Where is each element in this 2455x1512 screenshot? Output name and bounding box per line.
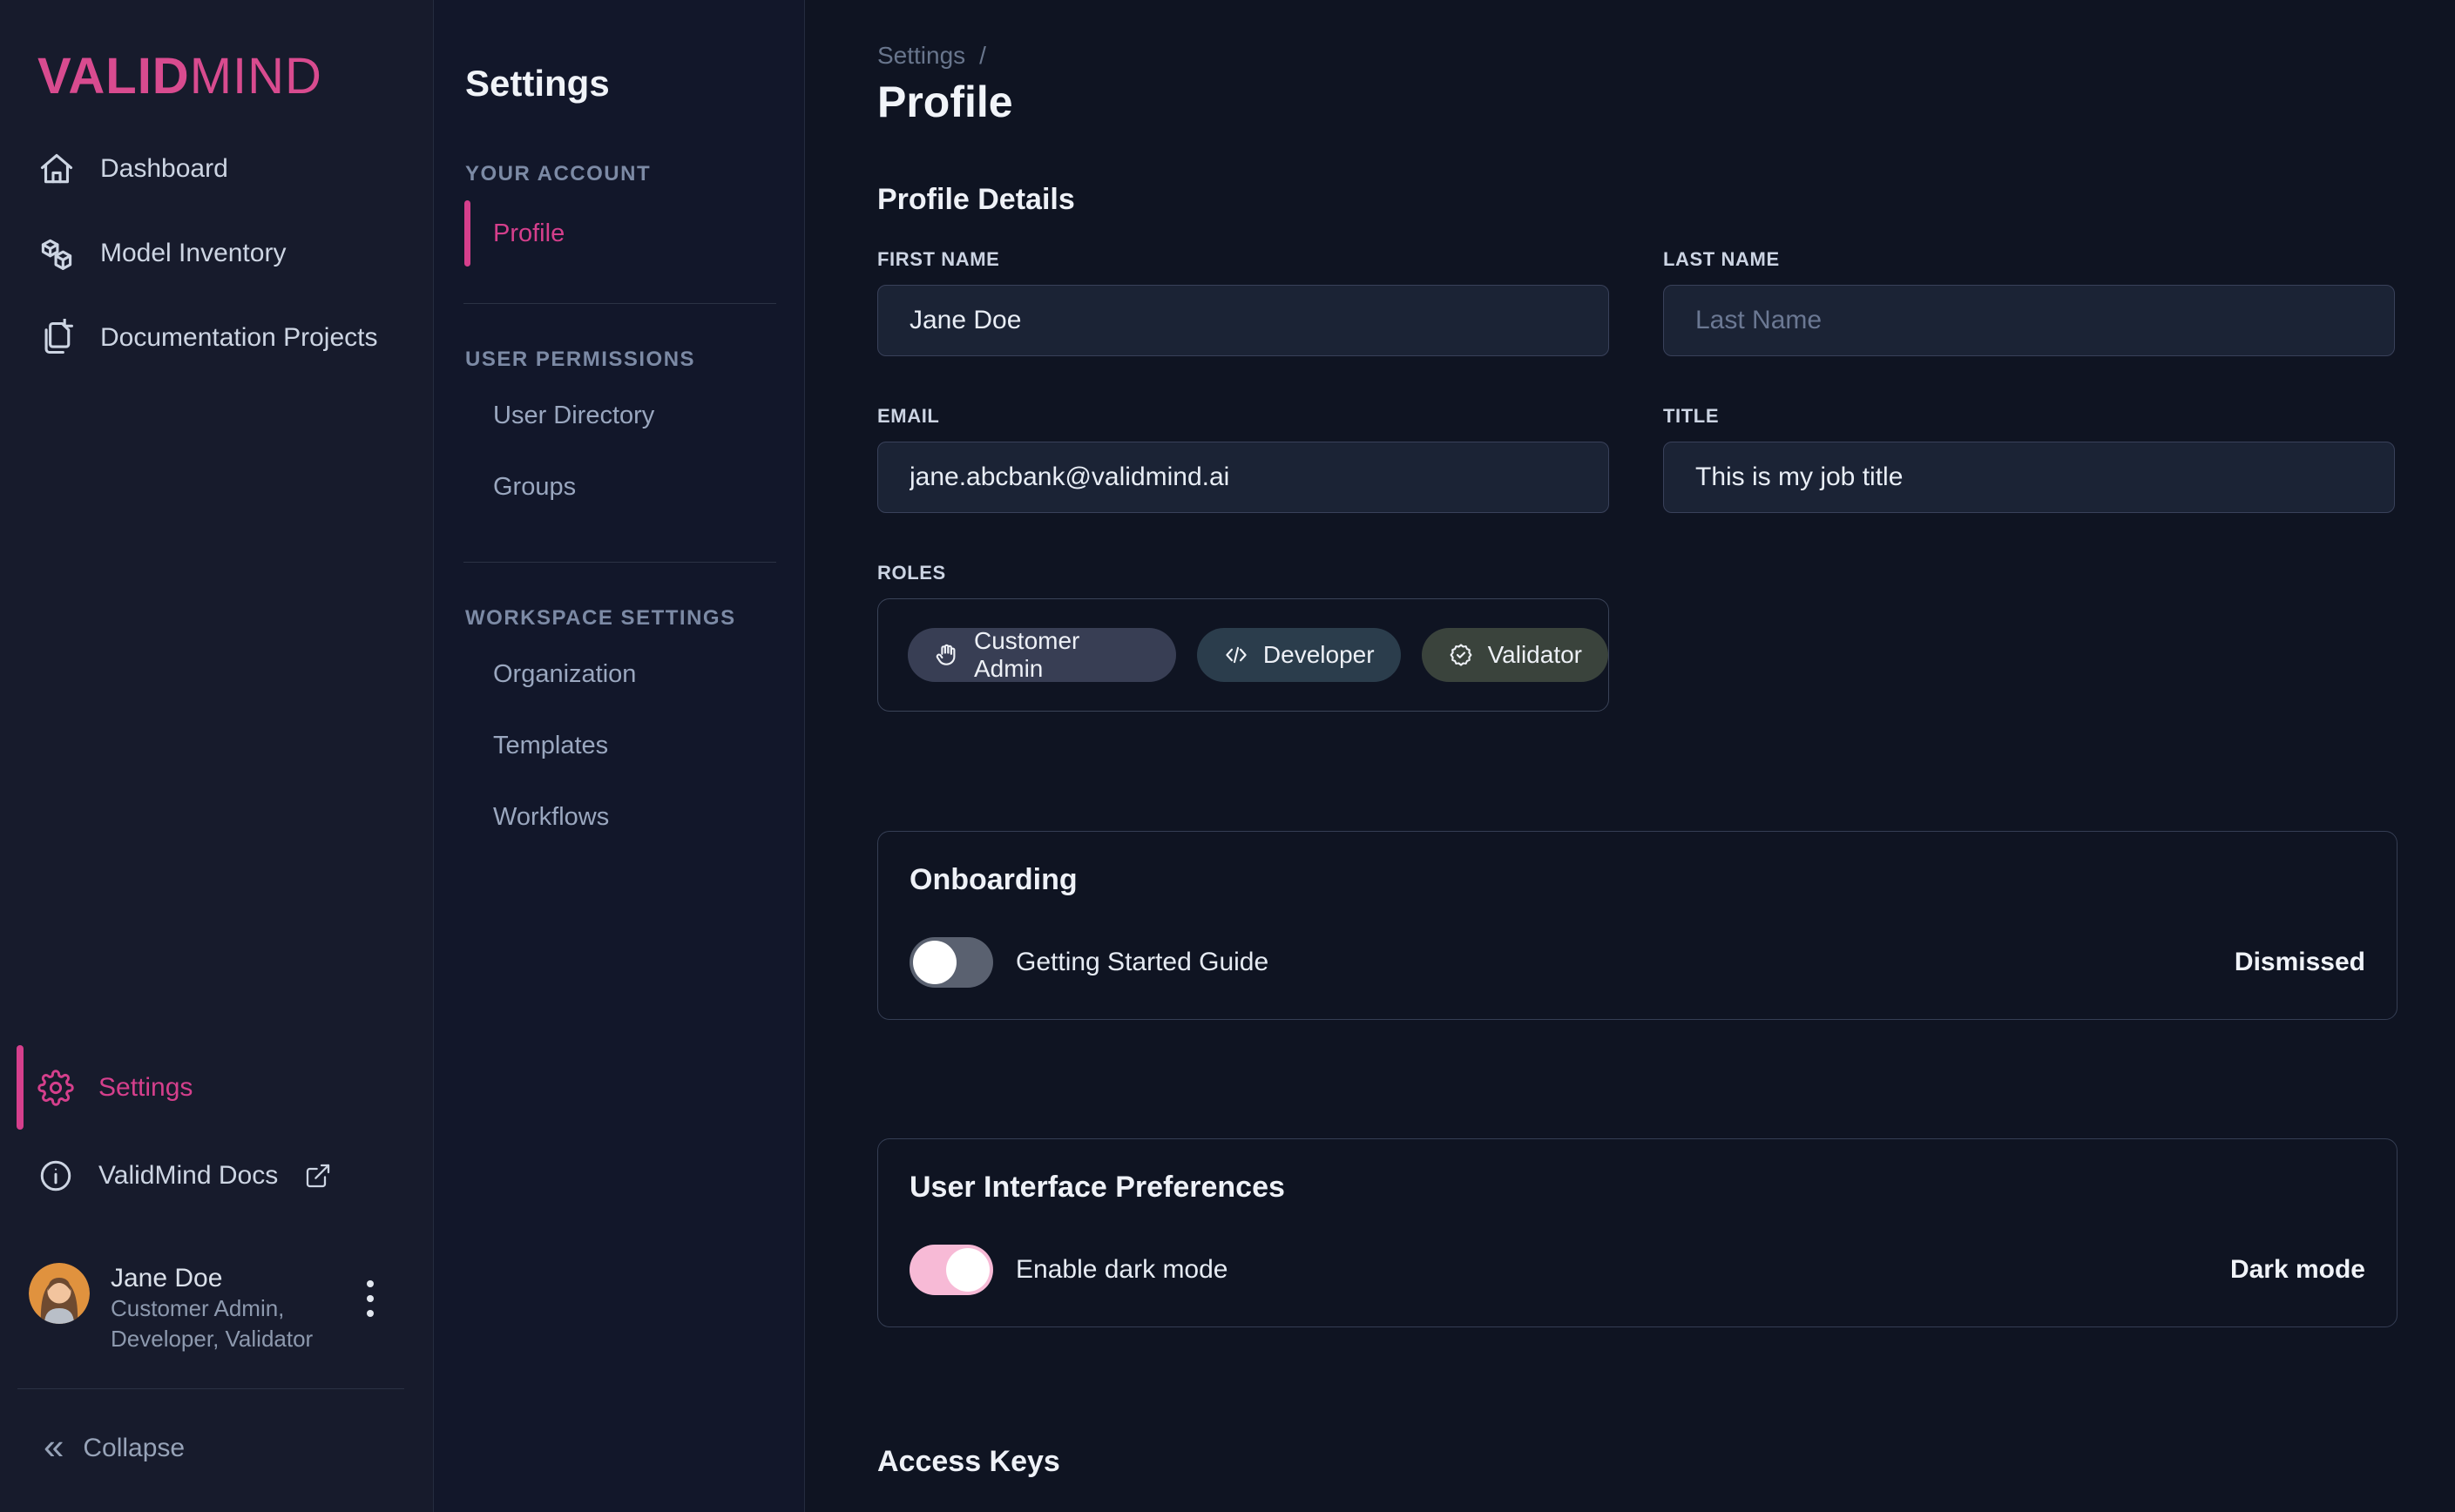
sidebar-item-settings[interactable]: Settings [0,1045,433,1130]
title-field-group: TITLE [1663,405,2395,513]
title-label: TITLE [1663,405,2395,428]
email-field-group: EMAIL [877,405,1609,513]
dark-mode-toggle-row: Enable dark mode Dark mode [910,1245,2365,1295]
primary-nav: Dashboard Model Inventory Documentation … [0,141,433,366]
onboarding-card: Onboarding Getting Started Guide Dismiss… [877,831,2398,1020]
sidebar-item-documentation-projects[interactable]: Documentation Projects [0,310,433,366]
email-label: EMAIL [877,405,1609,428]
sidebar-item-label: Dashboard [100,154,228,184]
first-name-input[interactable] [877,285,1609,356]
settings-nav-panel: Settings YOUR ACCOUNT Profile USER PERMI… [434,0,805,1512]
section-label-workspace-settings: WORKSPACE SETTINGS [465,606,804,631]
onboarding-status-text: Dismissed [2235,948,2365,977]
settings-nav-item-groups[interactable]: Groups [434,459,804,515]
external-link-icon [304,1162,332,1190]
home-icon [37,150,76,188]
documents-icon [37,319,76,357]
badge-check-icon [1448,642,1474,668]
settings-nav-divider [463,303,776,304]
last-name-input[interactable] [1663,285,2395,356]
logo-bold-text: VALID [37,48,190,105]
sidebar-item-label: Settings [98,1073,193,1103]
last-name-field-group: LAST NAME [1663,248,2395,356]
first-name-field-group: FIRST NAME [877,248,1609,356]
settings-nav-item-label: Organization [493,660,636,689]
title-input[interactable] [1663,442,2395,513]
sidebar-footer: Settings ValidMind Docs [0,1045,433,1512]
user-menu-kebab-icon[interactable] [362,1275,379,1322]
getting-started-guide-label: Getting Started Guide [1016,948,1268,977]
section-label-your-account: YOUR ACCOUNT [465,162,804,186]
breadcrumb: Settings / [877,42,2398,70]
onboarding-toggle-row: Getting Started Guide Dismissed [910,937,2365,988]
settings-nav-item-templates[interactable]: Templates [434,718,804,773]
user-profile-row: Jane Doe Customer Admin, Developer, Vali… [0,1263,433,1354]
collapse-sidebar-button[interactable]: « Collapse [0,1421,433,1476]
settings-nav-item-user-directory[interactable]: User Directory [434,388,804,443]
settings-nav-item-label: User Directory [493,402,654,430]
settings-nav-item-profile[interactable]: Profile [434,200,804,267]
user-roles-line1: Customer Admin, [111,1293,313,1324]
user-name: Jane Doe [111,1263,313,1293]
section-label-user-permissions: USER PERMISSIONS [465,348,804,372]
cubes-icon [37,234,76,273]
settings-nav-divider [463,562,776,563]
breadcrumb-separator: / [979,42,986,70]
page-title: Profile [877,77,2398,127]
user-text: Jane Doe Customer Admin, Developer, Vali… [111,1263,313,1354]
sidebar-item-label: Documentation Projects [100,323,378,353]
profile-form: FIRST NAME LAST NAME EMAIL TITLE [877,248,2398,513]
validmind-logo: VALIDMIND [37,47,433,105]
roles-label: ROLES [877,562,2398,584]
role-chip-label: Developer [1263,641,1375,669]
enable-dark-mode-toggle[interactable] [910,1245,993,1295]
settings-nav-item-label: Profile [493,219,565,248]
sidebar-item-label: Model Inventory [100,239,286,268]
toggle-knob [946,1248,990,1292]
gear-icon [37,1070,74,1106]
code-icon [1223,642,1249,668]
logo-light-text: MIND [190,48,322,105]
first-name-label: FIRST NAME [877,248,1609,271]
app-sidebar: VALIDMIND Dashboard Model Inventory Docu… [0,0,434,1512]
hand-raised-icon [934,642,960,668]
access-keys-heading: Access Keys [877,1445,2398,1479]
enable-dark-mode-label: Enable dark mode [1016,1255,1228,1285]
role-chip-label: Customer Admin [974,627,1150,683]
profile-details-heading: Profile Details [877,183,2398,217]
settings-nav-item-label: Workflows [493,803,609,832]
user-roles-line2: Developer, Validator [111,1324,313,1354]
settings-nav-item-organization[interactable]: Organization [434,646,804,702]
last-name-label: LAST NAME [1663,248,2395,271]
avatar[interactable] [29,1263,90,1324]
settings-nav-item-workflows[interactable]: Workflows [434,789,804,845]
dark-mode-status-text: Dark mode [2230,1255,2365,1285]
collapse-chevrons-icon: « [44,1428,64,1465]
roles-box: Customer Admin Developer Validator [877,598,1609,712]
getting-started-guide-toggle[interactable] [910,937,993,988]
role-chip-developer: Developer [1197,628,1401,682]
collapse-label: Collapse [83,1434,185,1463]
sidebar-item-model-inventory[interactable]: Model Inventory [0,226,433,281]
breadcrumb-settings-link[interactable]: Settings [877,42,965,70]
sidebar-divider [17,1388,404,1389]
ui-preferences-heading: User Interface Preferences [910,1171,2365,1205]
role-chip-label: Validator [1488,641,1582,669]
email-input[interactable] [877,442,1609,513]
settings-nav-item-label: Templates [493,732,608,760]
sidebar-item-dashboard[interactable]: Dashboard [0,141,433,197]
role-chip-validator: Validator [1422,628,1608,682]
ui-preferences-card: User Interface Preferences Enable dark m… [877,1138,2398,1327]
toggle-knob [913,941,957,984]
settings-nav-item-label: Groups [493,473,576,502]
sidebar-item-label: ValidMind Docs [98,1161,278,1191]
settings-nav-title: Settings [465,63,804,105]
role-chip-customer-admin: Customer Admin [908,628,1176,682]
info-icon [37,1158,74,1194]
sidebar-item-validmind-docs[interactable]: ValidMind Docs [0,1148,433,1204]
main-content: Settings / Profile Profile Details FIRST… [805,0,2455,1512]
onboarding-heading: Onboarding [910,863,2365,897]
